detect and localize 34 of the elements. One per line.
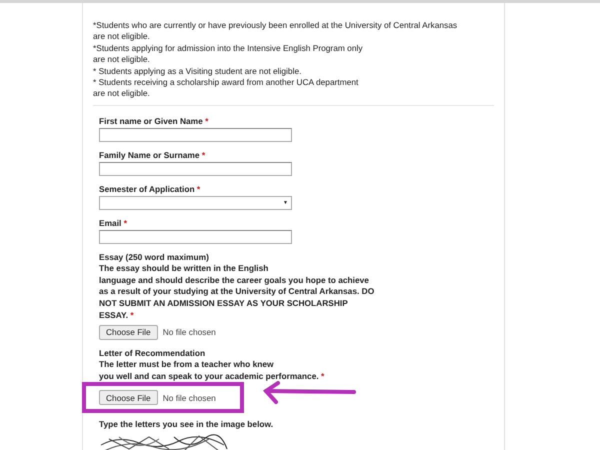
eligibility-note: *Students who are currently or have previously been enrolled at the University of Central Arkansas	[93, 20, 458, 32]
captcha-label: Type the letters you see in the image below.	[99, 418, 274, 430]
field-label: Email *	[99, 216, 127, 229]
field-label: Semester of Application *	[99, 182, 200, 195]
field-description: NOT SUBMIT AN ADMISSION ESSAY AS YOUR SCHOLARSHIP	[99, 298, 348, 310]
required-asterisk: *	[202, 150, 206, 160]
text-field[interactable]	[99, 230, 292, 244]
required-asterisk: *	[130, 310, 134, 320]
field-description: you well and can speak to your academic performance. *	[99, 370, 324, 382]
choose-file-button[interactable]: Choose File	[99, 390, 158, 406]
required-asterisk: *	[196, 184, 200, 194]
required-asterisk: *	[321, 370, 324, 381]
required-asterisk: *	[124, 218, 127, 228]
eligibility-note: are not eligible.	[93, 31, 151, 43]
file-status: No file chosen	[162, 392, 216, 403]
text-field[interactable]	[99, 128, 292, 142]
required-asterisk: *	[205, 116, 208, 126]
text-field[interactable]	[99, 162, 292, 176]
field-description: ESSAY. *	[99, 310, 134, 322]
file-status: No file chosen	[162, 327, 216, 338]
eligibility-note: are not eligible.	[93, 54, 151, 66]
eligibility-note: are not eligible.	[93, 88, 151, 100]
eligibility-note: *Students applying for admission into the Intensive English Program only	[93, 42, 364, 54]
field-description: The essay should be written in the English	[99, 262, 268, 275]
field-description: as a result of your studying at the University of Central Arkansas. DO	[99, 286, 374, 298]
eligibility-note: * Students receiving a scholarship award from another UCA department	[93, 77, 360, 88]
field-label: First name or Given Name *	[99, 114, 208, 127]
field-description: language and should describe the career goals you hope to achieve	[99, 274, 369, 286]
field-label: Letter of Recommendation	[99, 346, 206, 359]
field-label: Essay (250 word maximum)	[99, 250, 209, 263]
eligibility-note: * Students applying as a Visiting student are not eligible.	[93, 66, 302, 78]
field-description: The letter must be from a teacher who knew	[99, 358, 274, 371]
choose-file-button[interactable]: Choose File	[99, 324, 158, 340]
field-label: Family Name or Surname *	[99, 148, 206, 161]
